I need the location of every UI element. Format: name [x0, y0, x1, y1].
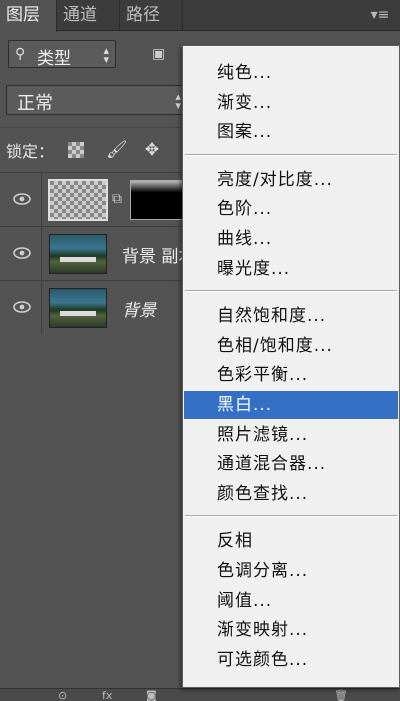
fx-icon[interactable]: fx — [102, 690, 116, 701]
menu-item[interactable]: 曝光度... — [184, 255, 398, 283]
panel-tab-bar: 图层 通道 路径 ▾≡ — [0, 0, 400, 32]
menu-item[interactable]: 渐变... — [184, 89, 398, 117]
layers-bottom-toolbar: ⊙ fx ◙ 🗑 — [0, 688, 400, 701]
panel-menu-icon[interactable]: ▾≡ — [368, 6, 392, 24]
lock-transparent-pixels-icon[interactable] — [66, 140, 86, 160]
menu-item[interactable]: 可选颜色... — [184, 646, 398, 674]
link-layers-icon[interactable]: ⊙ — [58, 690, 72, 701]
lock-position-icon[interactable]: ✥ — [142, 140, 162, 160]
filter-kind-select[interactable]: ⚲ 类型 ▴ ▾ — [8, 40, 116, 69]
add-mask-icon[interactable]: ◙ — [146, 690, 160, 701]
menu-item[interactable]: 自然饱和度... — [184, 302, 398, 330]
mask-link-icon[interactable]: ⧉ — [112, 191, 126, 209]
menu-item[interactable]: 阈值... — [184, 587, 398, 615]
menu-item[interactable]: 图案... — [184, 118, 398, 146]
new-adjustment-layer-menu: 纯色... 渐变... 图案... 亮度/对比度... 色阶... 曲线... 曝光度...… — [182, 45, 400, 688]
menu-item[interactable]: 渐变映射... — [184, 616, 398, 644]
visibility-eye-icon[interactable] — [4, 227, 42, 281]
adjustment-thumbnail[interactable] — [48, 179, 108, 221]
filter-kind-label: 类型 — [37, 49, 71, 69]
layer-mask-thumbnail[interactable] — [130, 180, 190, 220]
menu-item[interactable]: 色相/饱和度... — [184, 332, 398, 360]
lock-label: 锁定： — [6, 142, 55, 161]
menu-item[interactable]: 反相 — [184, 527, 398, 555]
lock-image-pixels-icon[interactable]: 🖌 — [106, 140, 128, 160]
menu-item[interactable]: 黑白... — [184, 391, 398, 419]
visibility-eye-icon[interactable] — [4, 173, 42, 227]
layer-name[interactable]: 背景 — [122, 296, 156, 321]
menu-item[interactable]: 色阶... — [184, 195, 398, 223]
tab-paths[interactable]: 路径 — [120, 0, 183, 31]
menu-item[interactable]: 纯色... — [184, 59, 398, 87]
delete-layer-icon[interactable]: 🗑 — [334, 690, 348, 701]
search-icon: ⚲ — [15, 46, 26, 62]
menu-item[interactable]: 色调分离... — [184, 557, 398, 585]
layer-thumbnail[interactable] — [49, 234, 107, 274]
menu-item[interactable]: 色彩平衡... — [184, 361, 398, 389]
chevron-updown-icon: ▴ ▾ — [103, 44, 109, 66]
menu-separator — [185, 153, 397, 156]
blend-mode-value: 正常 — [17, 93, 53, 114]
menu-item[interactable]: 亮度/对比度... — [184, 166, 398, 194]
visibility-eye-icon[interactable] — [4, 281, 42, 335]
layer-thumbnail[interactable] — [49, 288, 107, 328]
menu-item[interactable]: 通道混合器... — [184, 450, 398, 478]
tab-layers[interactable]: 图层 — [0, 0, 57, 32]
blend-mode-select[interactable]: 正常 ▴ ▾ — [6, 85, 188, 115]
tab-channels[interactable]: 通道 — [57, 0, 120, 31]
menu-separator — [185, 290, 397, 293]
menu-item[interactable]: 曲线... — [184, 225, 398, 253]
menu-item[interactable]: 颜色查找... — [184, 480, 398, 508]
menu-item[interactable]: 照片滤镜... — [184, 421, 398, 449]
chevron-updown-icon: ▴ ▾ — [175, 90, 181, 112]
menu-separator — [185, 515, 397, 518]
image-filter-icon[interactable]: ▣ — [152, 46, 170, 62]
